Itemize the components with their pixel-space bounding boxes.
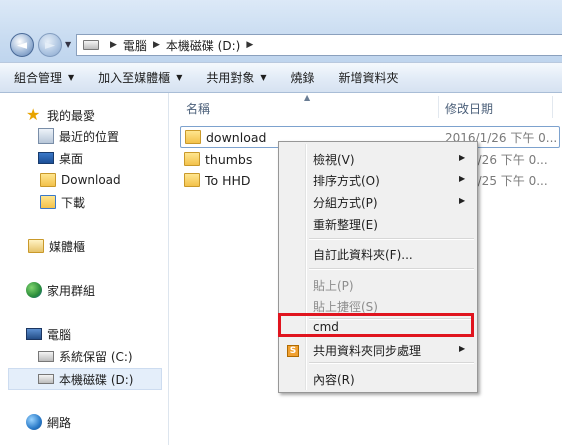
sidebar-item-label: 桌面 — [59, 151, 84, 166]
share-with-button[interactable]: 共用對象 ▼ — [194, 63, 278, 92]
drive-icon — [83, 40, 99, 50]
sidebar-item-recent[interactable]: 最近的位置 — [38, 126, 119, 146]
include-in-library-button[interactable]: 加入至媒體櫃 ▼ — [86, 63, 194, 92]
sidebar-item-download[interactable]: Download — [38, 170, 121, 190]
sidebar-item-label: 我的最愛 — [47, 108, 96, 123]
network-icon — [26, 414, 42, 430]
sidebar-item-local-disk[interactable]: 本機磁碟 (D:) — [8, 368, 162, 390]
column-header-date-modified[interactable]: 修改日期 — [445, 100, 493, 117]
menu-gutter — [305, 144, 307, 390]
include-library-label: 加入至媒體櫃 — [98, 71, 171, 85]
file-name: download — [206, 129, 267, 145]
forward-button[interactable]: ► — [38, 33, 62, 57]
folder-icon — [185, 130, 201, 144]
sidebar-item-homegroup[interactable]: 家用群組 — [26, 280, 95, 300]
file-name: thumbs — [205, 151, 253, 167]
submenu-arrow-icon: ▶ — [459, 196, 466, 205]
sidebar-item-label: 系統保留 (C:) — [59, 349, 133, 364]
dropdown-arrow-icon: ▼ — [68, 73, 75, 82]
sidebar-item-label: 網路 — [47, 415, 72, 430]
menu-item-customize-folder[interactable]: 自訂此資料夾(F)... — [313, 246, 413, 263]
file-date: 1/26 下午 0... — [470, 152, 548, 167]
sidebar-item-label: 本機磁碟 (D:) — [59, 372, 134, 387]
sidebar-item-desktop[interactable]: 桌面 — [38, 148, 83, 168]
navigation-pane: ★ 我的最愛 最近的位置 桌面 Download 下載 媒體櫃 家用群組 電腦 … — [0, 93, 168, 445]
menu-separator — [309, 362, 474, 364]
desktop-icon — [38, 152, 54, 164]
share-with-label: 共用對象 — [206, 71, 255, 85]
command-bar: 組合管理 ▼ 加入至媒體櫃 ▼ 共用對象 ▼ 燒錄 新增資料夾 — [0, 62, 562, 93]
address-bar[interactable]: ▶ 電腦 ▶ 本機磁碟 (D:) ▶ — [76, 34, 562, 56]
sidebar-item-label: Download — [61, 173, 121, 187]
sidebar-item-libraries[interactable]: 媒體櫃 — [26, 236, 85, 256]
drive-icon — [38, 374, 54, 384]
libraries-icon — [28, 239, 44, 253]
menu-separator — [309, 238, 474, 240]
sidebar-item-label: 下載 — [61, 195, 86, 210]
sidebar-item-computer[interactable]: 電腦 — [26, 324, 71, 344]
new-folder-button[interactable]: 新增資料夾 — [327, 63, 411, 92]
submenu-arrow-icon: ▶ — [459, 174, 466, 183]
recent-places-icon — [38, 128, 54, 144]
sidebar-item-label: 媒體櫃 — [49, 239, 86, 254]
column-header-name[interactable]: 名稱 — [186, 100, 210, 117]
sync-folder-icon: S — [287, 345, 299, 357]
menu-item-shared-folder-sync[interactable]: 共用資料夾同步處理 — [313, 342, 421, 359]
pane-splitter[interactable] — [168, 93, 169, 445]
computer-icon — [26, 328, 42, 340]
context-menu: 檢視(V) ▶ 排序方式(O) ▶ 分組方式(P) ▶ 重新整理(E) 自訂此資… — [278, 141, 478, 393]
sidebar-item-network[interactable]: 網路 — [26, 412, 71, 432]
star-icon: ★ — [26, 105, 41, 124]
sidebar-item-downloads[interactable]: 下載 — [38, 192, 85, 212]
new-folder-label: 新增資料夾 — [338, 71, 399, 85]
recent-pages-chevron-icon[interactable]: ▼ — [65, 40, 71, 49]
sidebar-item-favorites[interactable]: ★ 我的最愛 — [26, 105, 95, 125]
breadcrumb-chevron-icon[interactable]: ▶ — [153, 40, 160, 50]
folder-icon — [184, 152, 200, 166]
sidebar-item-system-drive[interactable]: 系統保留 (C:) — [38, 346, 133, 366]
organize-button[interactable]: 組合管理 ▼ — [0, 63, 86, 92]
homegroup-icon — [26, 282, 42, 298]
downloads-folder-icon — [40, 195, 56, 209]
menu-item-paste[interactable]: 貼上(P) — [313, 277, 354, 294]
cmd-highlight-box — [278, 313, 474, 337]
submenu-arrow-icon: ▶ — [459, 153, 466, 162]
breadcrumb-local-disk[interactable]: 本機磁碟 (D:) — [166, 37, 240, 54]
dropdown-arrow-icon: ▼ — [260, 73, 267, 82]
menu-item-sort-by[interactable]: 排序方式(O) — [313, 172, 380, 189]
breadcrumb-chevron-icon[interactable]: ▶ — [110, 40, 117, 50]
sidebar-item-label: 電腦 — [47, 327, 72, 342]
back-button[interactable]: ◄ — [10, 33, 34, 57]
submenu-arrow-icon: ▶ — [459, 344, 466, 353]
sort-ascending-icon: ▲ — [304, 93, 311, 102]
menu-separator — [309, 268, 474, 270]
breadcrumb-computer[interactable]: 電腦 — [123, 37, 147, 54]
folder-icon — [40, 173, 56, 187]
column-divider[interactable] — [438, 96, 439, 118]
menu-item-group-by[interactable]: 分組方式(P) — [313, 194, 378, 211]
menu-item-properties[interactable]: 內容(R) — [313, 371, 355, 388]
file-name: To HHD — [205, 172, 251, 188]
folder-icon — [184, 173, 200, 187]
system-drive-icon — [38, 350, 54, 362]
dropdown-arrow-icon: ▼ — [176, 73, 183, 82]
menu-item-view[interactable]: 檢視(V) — [313, 151, 355, 168]
organize-label: 組合管理 — [14, 71, 63, 85]
sidebar-item-label: 家用群組 — [47, 283, 96, 298]
burn-label: 燒錄 — [290, 71, 315, 85]
sidebar-item-label: 最近的位置 — [59, 129, 120, 144]
file-date: 1/25 下午 0... — [470, 173, 548, 188]
burn-button[interactable]: 燒錄 — [279, 63, 327, 92]
breadcrumb-chevron-icon[interactable]: ▶ — [246, 40, 253, 50]
column-divider[interactable] — [552, 96, 553, 118]
menu-item-refresh[interactable]: 重新整理(E) — [313, 216, 378, 233]
